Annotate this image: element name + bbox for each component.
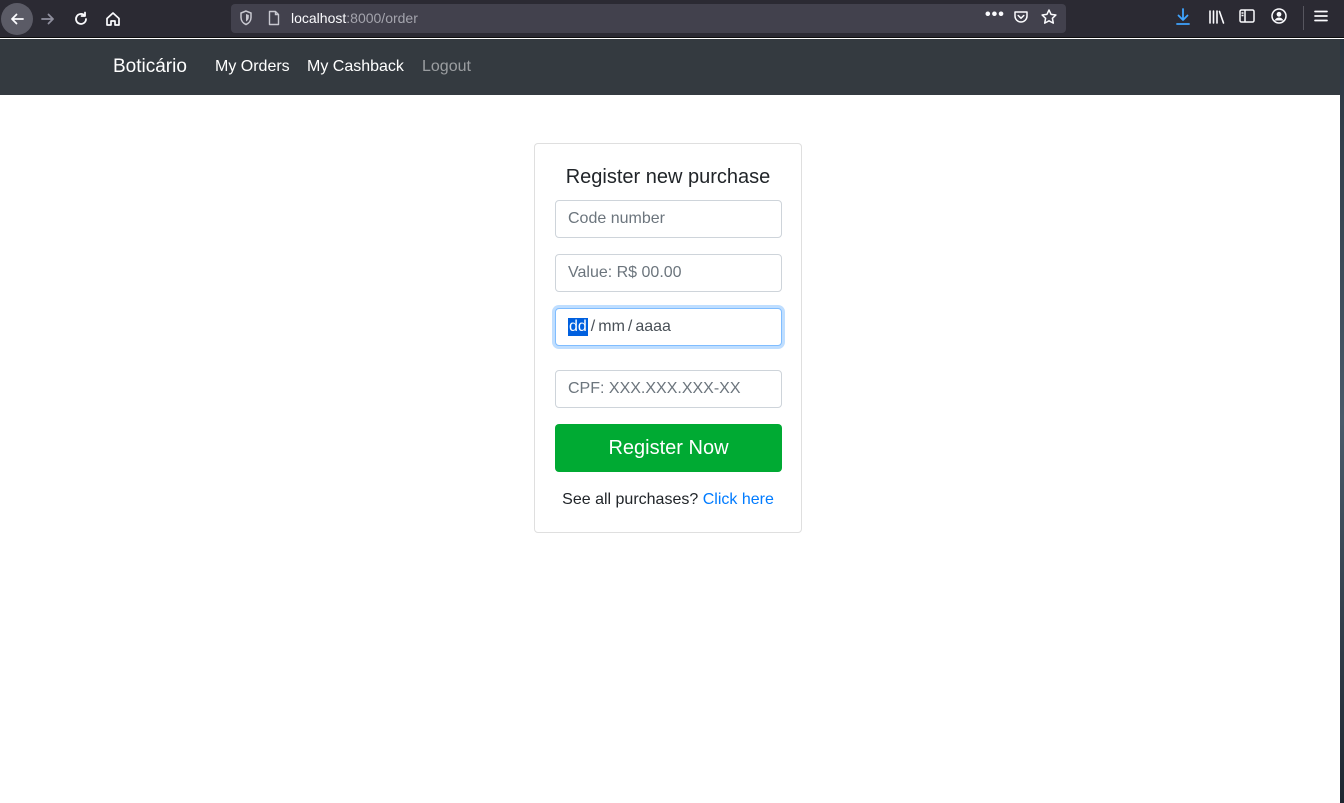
- date-separator: /: [590, 318, 596, 335]
- url-text[interactable]: localhost:8000/order: [291, 10, 418, 26]
- download-icon[interactable]: [1174, 7, 1192, 32]
- date-separator: /: [627, 318, 633, 335]
- reload-icon: [75, 11, 87, 25]
- arrow-right-icon: [41, 13, 54, 25]
- window-edge: [1340, 39, 1344, 803]
- home-button[interactable]: [98, 4, 128, 34]
- account-icon[interactable]: [1270, 7, 1288, 30]
- click-here-link[interactable]: Click here: [703, 491, 774, 508]
- sidebar-icon[interactable]: [1238, 7, 1256, 30]
- nav-my-orders[interactable]: My Orders: [215, 58, 290, 76]
- pocket-icon[interactable]: [1013, 9, 1029, 30]
- more-actions-icon[interactable]: •••: [985, 6, 1005, 24]
- value-input[interactable]: [555, 254, 782, 292]
- hamburger-menu-icon[interactable]: [1312, 7, 1330, 30]
- shield-icon[interactable]: [239, 10, 253, 31]
- register-purchase-card: Register new purchase dd / mm / aaaa Reg…: [534, 143, 802, 533]
- see-purchases-text: See all purchases? Click here: [535, 491, 801, 509]
- arrow-left-icon: [11, 13, 24, 25]
- site-navbar: Boticário My Orders My Cashback Logout: [0, 39, 1340, 95]
- url-bar[interactable]: localhost:8000/order •••: [231, 4, 1066, 33]
- nav-logout[interactable]: Logout: [422, 58, 471, 76]
- date-year-segment[interactable]: aaaa: [635, 318, 671, 336]
- home-icon: [106, 12, 120, 26]
- brand-link[interactable]: Boticário: [113, 56, 187, 78]
- date-day-segment[interactable]: dd: [568, 318, 588, 336]
- date-input[interactable]: dd / mm / aaaa: [555, 308, 782, 346]
- register-now-button[interactable]: Register Now: [555, 424, 782, 472]
- page-icon: [267, 10, 281, 31]
- library-icon[interactable]: [1207, 7, 1227, 32]
- date-month-segment[interactable]: mm: [598, 318, 625, 336]
- reload-button[interactable]: [66, 4, 96, 34]
- forward-button[interactable]: [33, 4, 63, 34]
- form-title: Register new purchase: [565, 166, 771, 188]
- toolbar-divider: [1303, 6, 1304, 30]
- code-number-input[interactable]: [555, 200, 782, 238]
- cpf-input[interactable]: [555, 370, 782, 408]
- browser-toolbar: localhost:8000/order •••: [0, 0, 1344, 38]
- url-path: :8000/order: [346, 10, 418, 26]
- see-purchases-label: See all purchases?: [562, 491, 699, 508]
- back-button[interactable]: [1, 3, 33, 35]
- bookmark-star-icon[interactable]: [1040, 8, 1058, 31]
- url-host: localhost: [291, 10, 347, 26]
- nav-my-cashback[interactable]: My Cashback: [307, 58, 404, 76]
